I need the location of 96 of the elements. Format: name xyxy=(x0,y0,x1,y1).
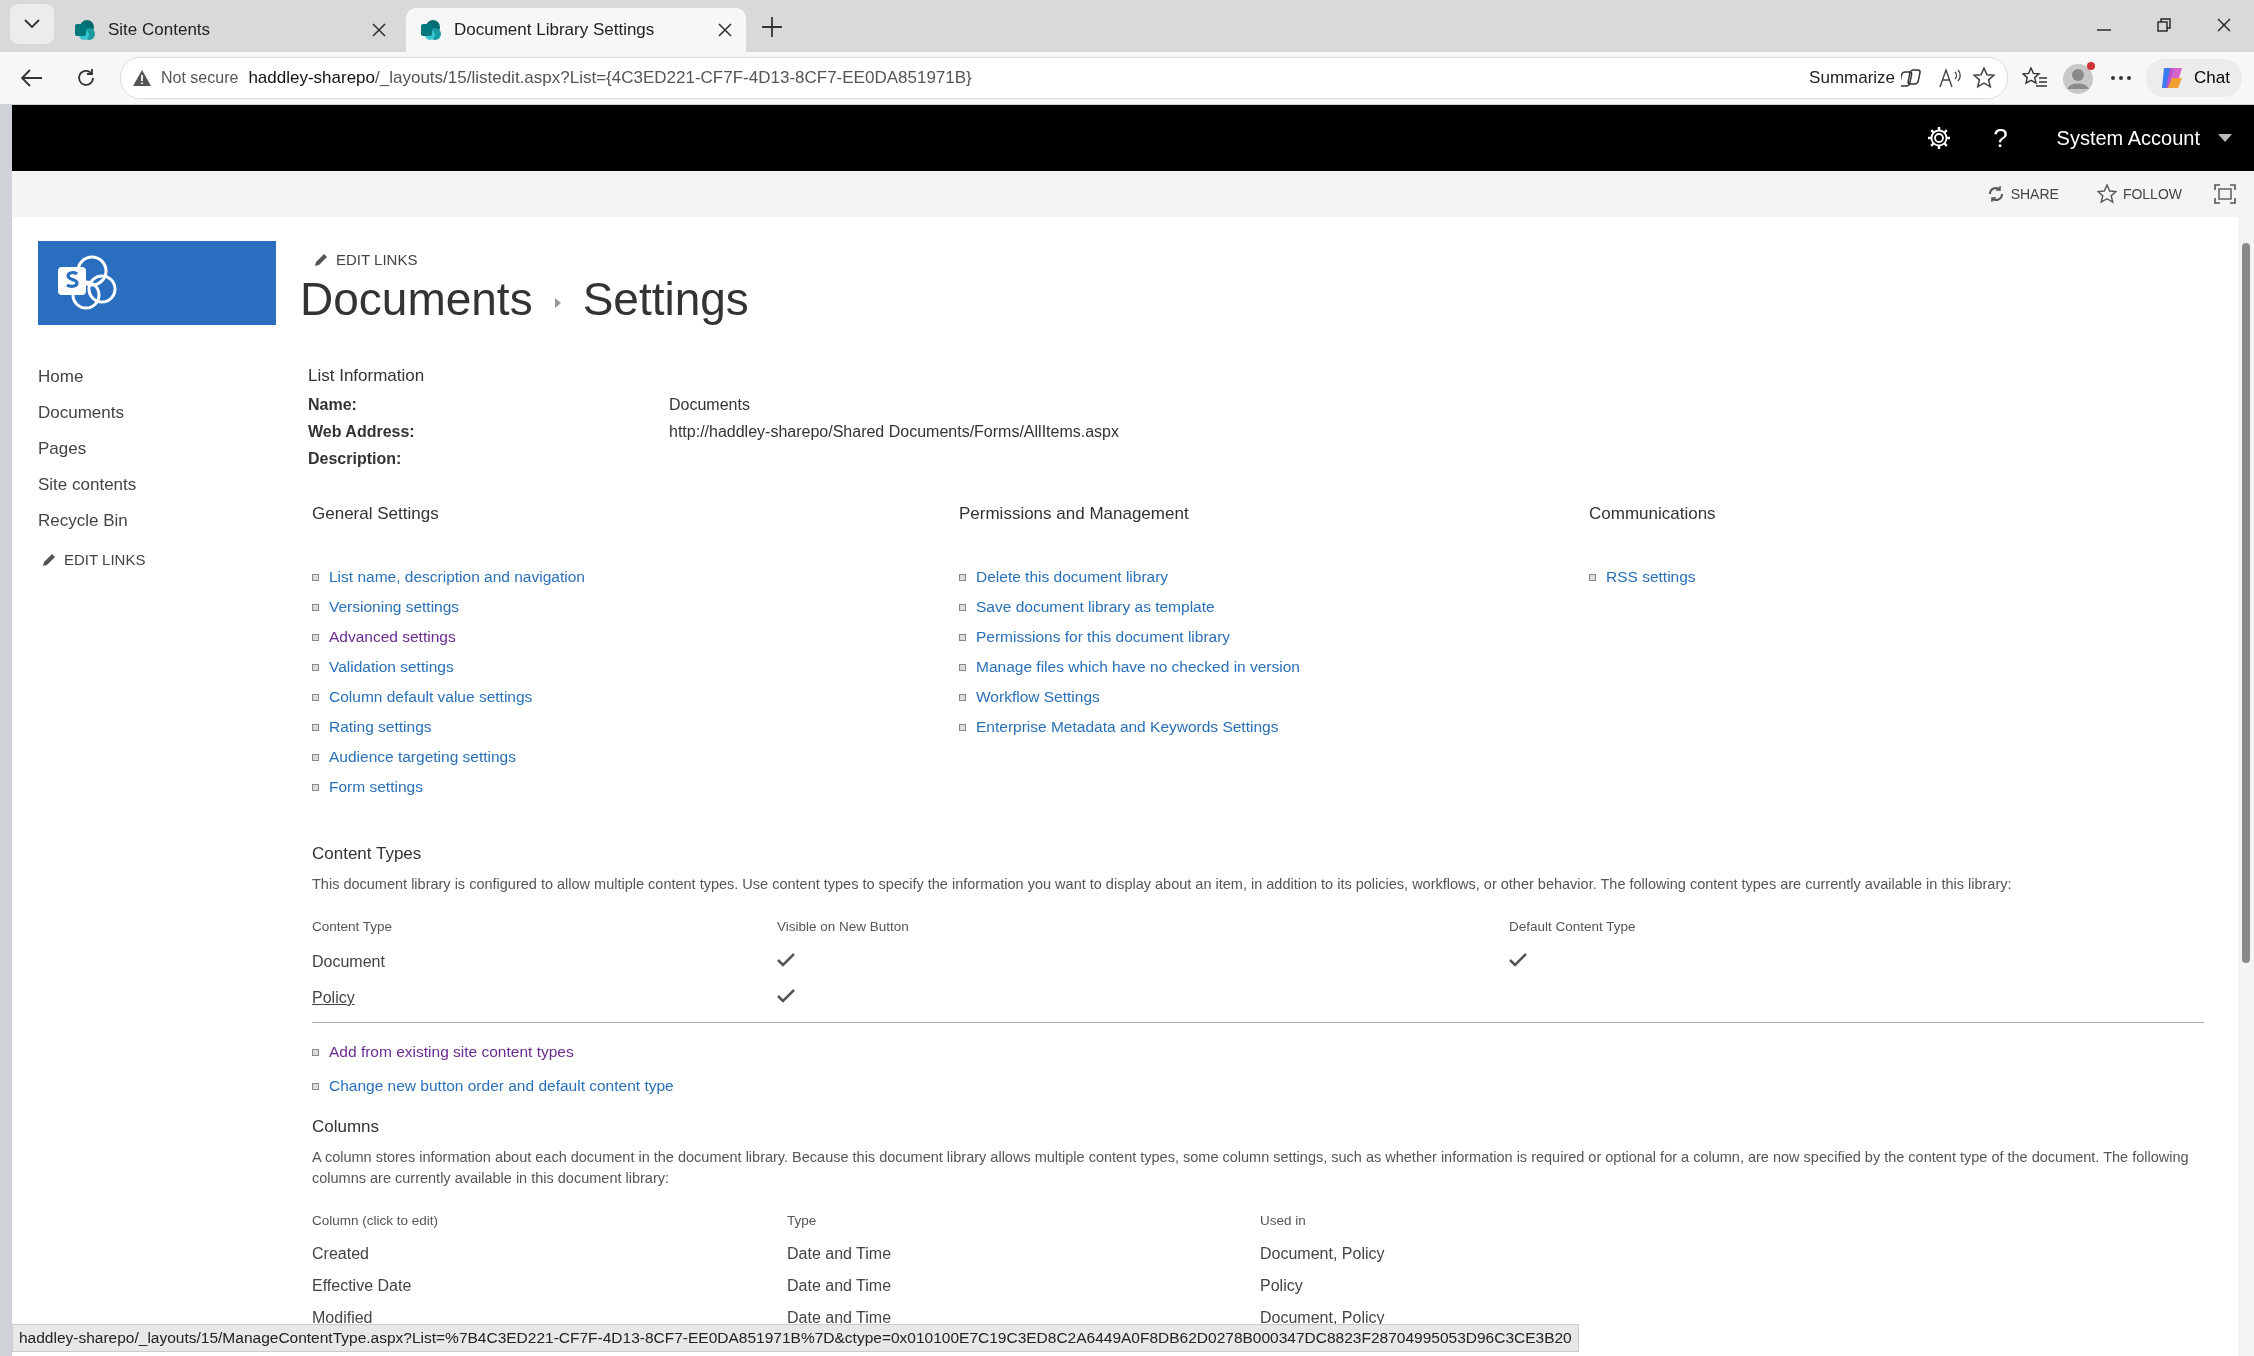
sharepoint-icon xyxy=(420,19,442,41)
minimize-icon xyxy=(2097,28,2111,31)
column-header: Content Type xyxy=(312,919,393,934)
settings-link[interactable]: List name, description and navigation xyxy=(312,568,959,586)
profile-icon[interactable] xyxy=(2062,61,2097,95)
tab-list-button[interactable] xyxy=(10,4,54,44)
column-header: Column (click to edit) xyxy=(312,1213,439,1228)
breadcrumb-separator-icon xyxy=(554,298,561,308)
edit-links-link[interactable]: EDIT LINKS xyxy=(314,251,418,268)
settings-link[interactable]: Delete this document library xyxy=(959,568,1589,586)
chat-button[interactable]: Chat xyxy=(2146,59,2242,97)
read-aloud-icon[interactable] xyxy=(1939,68,1964,88)
sharepoint-icon xyxy=(74,19,96,41)
caret-icon xyxy=(2218,134,2232,142)
section-heading: Communications xyxy=(1589,504,1717,524)
column-header: Type xyxy=(787,1213,817,1228)
back-arrow-icon xyxy=(21,69,43,87)
section-heading: General Settings xyxy=(312,504,440,524)
pencil-icon xyxy=(314,252,328,267)
section-heading: Columns xyxy=(312,1117,381,1137)
page-title: Settings xyxy=(582,272,749,326)
close-icon[interactable] xyxy=(372,23,386,37)
settings-link[interactable]: Column default value settings xyxy=(312,688,959,706)
column-header: Default Content Type xyxy=(1509,919,1636,934)
field-value: Documents xyxy=(669,396,751,414)
sidebar-item[interactable]: Site contents xyxy=(38,475,298,495)
section-description: This document library is configured to allow multiple content types. Use content types to specify the information you want to display about an item, in addition to its policies, workflows, or other behavior. The following content types are currently available in this library: xyxy=(312,875,2013,894)
favorites-icon[interactable] xyxy=(2022,67,2049,89)
summarize-button[interactable]: Summarize xyxy=(1803,67,1930,89)
star-icon xyxy=(2096,184,2117,204)
star-icon[interactable] xyxy=(1973,67,1996,89)
field-label: Web Address: xyxy=(308,423,416,441)
field-label: Description: xyxy=(308,450,403,468)
share-icon xyxy=(1986,185,2005,203)
settings-link[interactable]: Form settings xyxy=(312,778,959,796)
pencil-icon xyxy=(42,552,56,567)
page-title[interactable]: Documents xyxy=(300,272,533,326)
sidebar-item[interactable]: Home xyxy=(38,367,298,387)
column-link[interactable]: Modified xyxy=(312,1309,373,1326)
scrollbar[interactable] xyxy=(2238,217,2254,1356)
content-type-link[interactable]: Policy xyxy=(312,989,355,1006)
settings-link[interactable]: Save document library as template xyxy=(959,598,1589,616)
security-label: Not secure xyxy=(161,69,239,87)
sidebar-item[interactable]: Recycle Bin xyxy=(38,511,298,531)
column-header: Visible on New Button xyxy=(777,919,909,934)
chevron-down-icon xyxy=(24,19,40,29)
table-cell: Document xyxy=(312,953,385,970)
section-heading: Content Types xyxy=(312,844,423,864)
follow-button[interactable]: FOLLOW xyxy=(2090,183,2188,205)
sidebar-item[interactable]: Pages xyxy=(38,439,298,459)
share-button[interactable]: SHARE xyxy=(1980,184,2065,204)
settings-icon[interactable] xyxy=(1926,126,1951,150)
warning-icon xyxy=(133,70,151,86)
sidebar-item[interactable]: Documents xyxy=(38,403,298,423)
settings-link[interactable]: Permissions for this document library xyxy=(959,628,1589,646)
plus-icon xyxy=(761,15,783,38)
section-heading: List Information xyxy=(308,366,426,386)
close-icon[interactable] xyxy=(718,23,732,37)
site-logo[interactable] xyxy=(38,241,276,325)
settings-link[interactable]: Add from existing site content types xyxy=(312,1043,2204,1061)
table-cell: Policy xyxy=(1260,1277,1303,1294)
settings-link[interactable]: Manage files which have no checked in version xyxy=(959,658,1589,676)
help-button[interactable]: ? xyxy=(1980,122,2021,154)
status-bar: haddley-sharepo/_layouts/15/ManageContentType.aspx?List=%7B4C3ED221-CF7F-4D13-8CF7-EE0DA851971B%7D&ctype=0x010100E7C19C3ED8C2A6449A0F8DB62D0278B000347DC8823F28704995053D96C3CE3B20 xyxy=(12,1324,1579,1352)
account-menu[interactable]: System Account xyxy=(2050,125,2238,151)
settings-link[interactable]: Workflow Settings xyxy=(959,688,1589,706)
column-link[interactable]: Effective Date xyxy=(312,1277,412,1294)
restore-icon xyxy=(2156,16,2172,33)
browser-tab[interactable]: Document Library Settings xyxy=(406,8,746,52)
settings-link[interactable]: Enterprise Metadata and Keywords Settings xyxy=(959,718,1589,736)
edit-links-link[interactable]: EDIT LINKS xyxy=(42,551,298,568)
settings-link[interactable]: Audience targeting settings xyxy=(312,748,959,766)
field-label: Name: xyxy=(308,396,358,414)
column-header: Used in xyxy=(1260,1213,1306,1228)
address-bar[interactable]: Not secure haddley-sharepo/_layouts/15/listedit.aspx?List={4C3ED221-CF7F-4D13-8CF7-EE0DA851971B} Summarize xyxy=(120,57,2009,99)
settings-link[interactable]: Versioning settings xyxy=(312,598,959,616)
settings-link[interactable]: RSS settings xyxy=(1589,568,2204,586)
table-cell: Date and Time xyxy=(787,1309,892,1326)
field-value: http://haddley-sharepo/Shared Documents/Forms/AllItems.aspx xyxy=(669,423,1120,441)
browser-tab[interactable]: Site Contents xyxy=(60,8,400,52)
more-icon[interactable] xyxy=(2110,75,2133,81)
table-cell: Date and Time xyxy=(787,1245,892,1262)
settings-link[interactable]: Validation settings xyxy=(312,658,959,676)
section-heading: Permissions and Management xyxy=(959,504,1190,524)
refresh-icon xyxy=(76,68,96,88)
url-text: haddley-sharepo/_layouts/15/listedit.aspx?List={4C3ED221-CF7F-4D13-8CF7-EE0DA851971B} xyxy=(248,68,972,88)
table-cell: Document, Policy xyxy=(1260,1245,1385,1262)
table-cell: Date and Time xyxy=(787,1277,892,1294)
focus-mode-icon[interactable] xyxy=(2214,184,2236,204)
column-link[interactable]: Created xyxy=(312,1245,369,1262)
settings-link[interactable]: Rating settings xyxy=(312,718,959,736)
settings-link[interactable]: Change new button order and default content type xyxy=(312,1077,2204,1095)
settings-link[interactable]: Advanced settings xyxy=(312,628,959,646)
section-description: A column stores information about each document in the document library. Because this document library allows multiple content types, some column settings, such as whether information is required or optional for a column, are now specified by the content type of the document. The following columns are currently available in this document library: xyxy=(312,1148,2190,1188)
close-icon xyxy=(2216,16,2232,33)
table-cell: Document, Policy xyxy=(1260,1309,1385,1326)
